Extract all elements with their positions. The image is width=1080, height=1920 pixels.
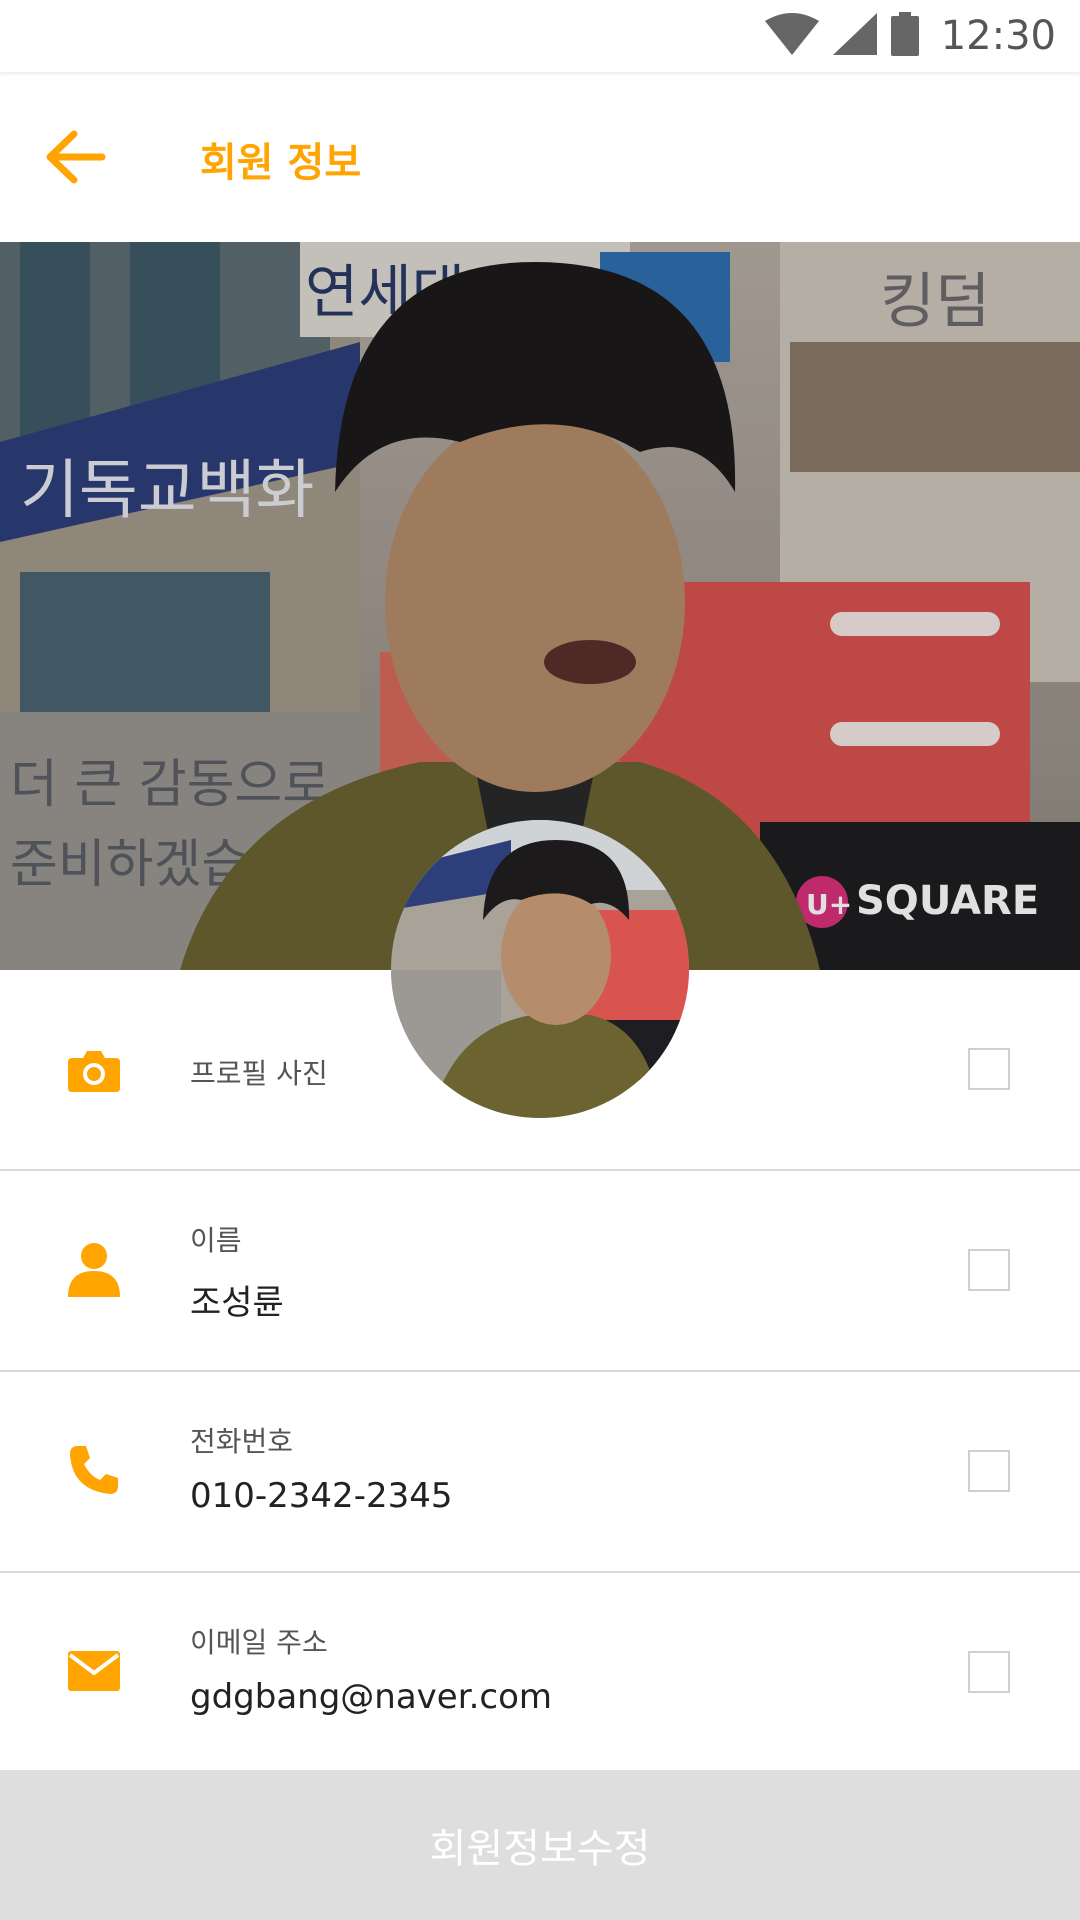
cell-signal-icon <box>832 13 877 59</box>
row-email: 이메일 주소 gdgbang@naver.com <box>0 1573 1080 1772</box>
checkbox-phone[interactable] <box>968 1450 1010 1492</box>
app-bar: 회원 정보 <box>0 72 1080 242</box>
status-bar: 12:30 <box>0 0 1080 72</box>
page-title: 회원 정보 <box>200 140 362 186</box>
field-label-profile-photo: 프로필 사진 <box>190 1057 328 1090</box>
field-value-name: 조성륜 <box>190 1283 284 1323</box>
camera-icon <box>66 1042 122 1098</box>
checkbox-profile-photo[interactable] <box>968 1048 1010 1090</box>
mail-icon <box>66 1643 122 1699</box>
battery-icon <box>890 12 919 60</box>
field-label-email: 이메일 주소 <box>190 1626 328 1659</box>
checkbox-email[interactable] <box>968 1651 1010 1693</box>
edit-member-info-label: 회원정보수정 <box>429 1826 651 1872</box>
status-icons: 12:30 <box>764 12 1056 60</box>
arrow-left-icon <box>46 130 106 184</box>
wifi-icon <box>764 13 819 59</box>
edit-member-info-button[interactable]: 회원정보수정 <box>0 1770 1080 1920</box>
field-label-name: 이름 <box>190 1224 242 1257</box>
profile-avatar[interactable] <box>391 820 689 1118</box>
field-value-email: gdgbang@naver.com <box>190 1677 552 1717</box>
status-time: 12:30 <box>940 13 1056 59</box>
checkbox-name[interactable] <box>968 1249 1010 1291</box>
row-name: 이름 조성륜 <box>0 1171 1080 1372</box>
phone-icon <box>66 1442 122 1498</box>
field-value-phone: 010-2342-2345 <box>190 1476 453 1516</box>
row-phone: 전화번호 010-2342-2345 <box>0 1372 1080 1573</box>
person-icon <box>66 1241 122 1297</box>
field-label-phone: 전화번호 <box>190 1425 294 1458</box>
back-button[interactable] <box>40 122 120 192</box>
